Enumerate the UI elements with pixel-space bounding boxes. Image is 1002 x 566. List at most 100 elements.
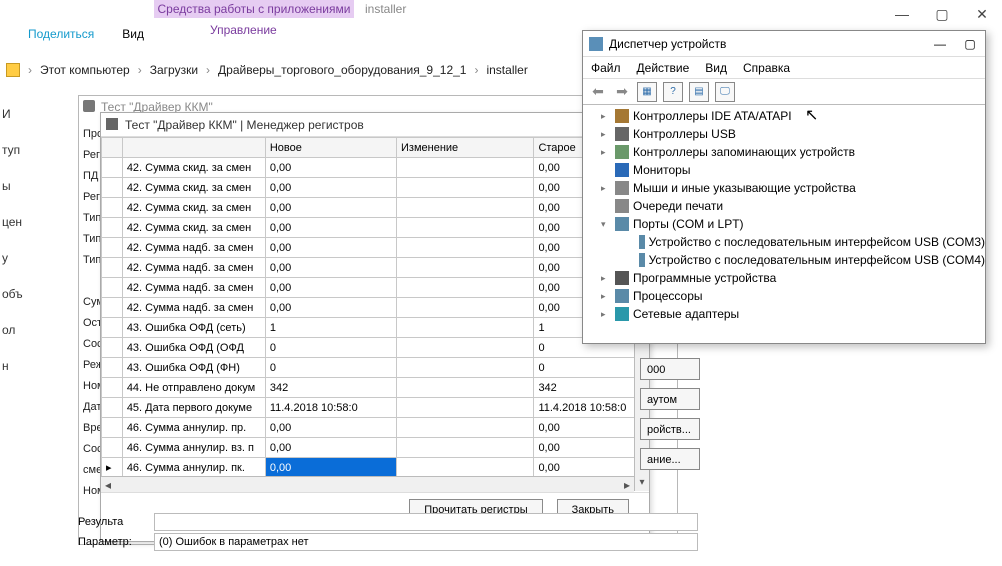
device-label: Программные устройства bbox=[633, 269, 776, 287]
expand-icon[interactable]: ▸ bbox=[601, 287, 611, 305]
device-tree-child[interactable]: Устройство с последовательным интерфейсо… bbox=[583, 233, 985, 251]
table-row[interactable]: 42. Сумма надб. за смен0,000,00 bbox=[102, 278, 649, 298]
table-row[interactable]: 45. Дата первого докуме11.4.2018 10:58:0… bbox=[102, 398, 649, 418]
device-tree-node[interactable]: Мониторы bbox=[583, 161, 985, 179]
breadcrumb[interactable]: › Этот компьютер › Загрузки › Драйверы_т… bbox=[0, 59, 528, 81]
device-tree-node[interactable]: ▸Сетевые адаптеры bbox=[583, 305, 985, 323]
device-icon bbox=[615, 109, 629, 123]
minimize-icon[interactable]: — bbox=[925, 31, 955, 57]
device-tree[interactable]: ▸ Контроллеры IDE ATA/ATAPI▸Контроллеры U… bbox=[583, 105, 985, 339]
ribbon-tab-apps[interactable]: Средства работы с приложениями bbox=[154, 0, 354, 18]
devmgr-titlebar[interactable]: Диспетчер устройств —▢ bbox=[583, 31, 985, 57]
device-icon bbox=[615, 145, 629, 159]
table-row[interactable]: 44. Не отправлено докум342342 bbox=[102, 378, 649, 398]
param-label: Параметр: bbox=[78, 536, 148, 548]
table-row[interactable]: 42. Сумма надб. за смен0,000,00 bbox=[102, 258, 649, 278]
printer-icon bbox=[83, 100, 95, 112]
table-row[interactable]: 42. Сумма скид. за смен0,000,00 bbox=[102, 158, 649, 178]
folder-icon bbox=[6, 63, 20, 77]
devmgr-menubar[interactable]: Файл Действие Вид Справка bbox=[583, 57, 985, 79]
fragment[interactable]: ройств... bbox=[640, 418, 700, 440]
menu-help[interactable]: Справка bbox=[743, 61, 790, 75]
device-icon bbox=[639, 253, 645, 267]
registers-table[interactable]: Новое Изменение Старое 42. Сумма скид. з… bbox=[101, 137, 649, 478]
expand-icon[interactable]: ▸ bbox=[601, 125, 611, 143]
device-tree-node[interactable]: ▸Контроллеры USB bbox=[583, 125, 985, 143]
table-row[interactable]: 42. Сумма надб. за смен0,000,00 bbox=[102, 238, 649, 258]
menu-view[interactable]: Вид bbox=[705, 61, 727, 75]
expand-icon[interactable]: ▸ bbox=[601, 143, 611, 161]
device-tree-child[interactable]: Устройство с последовательным интерфейсо… bbox=[583, 251, 985, 269]
breadcrumb-item[interactable]: Загрузки bbox=[150, 63, 198, 77]
col-name[interactable] bbox=[122, 138, 265, 158]
device-icon bbox=[615, 127, 629, 141]
show-hidden-icon[interactable]: ▦ bbox=[637, 82, 657, 102]
col-new[interactable]: Новое bbox=[265, 138, 396, 158]
device-manager-icon bbox=[589, 37, 603, 51]
device-tree-node[interactable]: ▸ Мыши и иные указывающие устройства bbox=[583, 179, 985, 197]
breadcrumb-item[interactable]: Этот компьютер bbox=[40, 63, 130, 77]
monitor-icon[interactable]: 🖵 bbox=[715, 82, 735, 102]
forward-icon[interactable]: ➡ bbox=[613, 83, 631, 100]
ribbon-manage[interactable]: Управление bbox=[210, 23, 277, 37]
device-icon bbox=[615, 289, 629, 303]
table-row[interactable]: 42. Сумма скид. за смен0,000,00 bbox=[102, 218, 649, 238]
ribbon-share[interactable]: Поделиться bbox=[28, 27, 94, 41]
table-row[interactable]: 42. Сумма скид. за смен0,000,00 bbox=[102, 178, 649, 198]
close-icon[interactable]: ✕ bbox=[962, 0, 1002, 28]
back-icon[interactable]: ⬅ bbox=[589, 83, 607, 100]
table-row[interactable]: ▸46. Сумма аннулир. пк. 0,000,00 bbox=[102, 458, 649, 478]
maximize-icon[interactable]: ▢ bbox=[922, 0, 962, 28]
device-label: Процессоры bbox=[633, 287, 703, 305]
fragment[interactable]: ание... bbox=[640, 448, 700, 470]
ribbon-view[interactable]: Вид bbox=[122, 27, 144, 41]
device-tree-node[interactable]: Очереди печати bbox=[583, 197, 985, 215]
device-label: Контроллеры IDE ATA/ATAPI bbox=[633, 107, 792, 125]
breadcrumb-item[interactable]: Драйверы_торгового_оборудования_9_12_1 bbox=[218, 63, 466, 77]
expand-icon[interactable]: ▸ bbox=[601, 305, 611, 323]
fragment: 000 bbox=[640, 358, 700, 380]
expand-icon[interactable]: ▸ bbox=[601, 107, 611, 125]
device-icon bbox=[615, 271, 629, 285]
table-row[interactable]: 46. Сумма аннулир. пр. 0,000,00 bbox=[102, 418, 649, 438]
device-manager-window: Диспетчер устройств —▢ Файл Действие Вид… bbox=[582, 30, 986, 344]
expand-icon[interactable]: ▸ bbox=[601, 179, 611, 197]
device-icon bbox=[615, 163, 629, 177]
horizontal-scrollbar[interactable]: ◂▸ bbox=[101, 476, 634, 492]
table-row[interactable]: 46. Сумма аннулир. вз. п0,000,00 bbox=[102, 438, 649, 458]
device-icon bbox=[615, 307, 629, 321]
device-label: Устройство с последовательным интерфейсо… bbox=[649, 233, 985, 251]
menu-file[interactable]: Файл bbox=[591, 61, 621, 75]
minimize-icon[interactable]: — bbox=[882, 0, 922, 28]
printer-icon bbox=[106, 118, 118, 130]
col-marker bbox=[102, 138, 123, 158]
device-tree-node[interactable]: ▸ Программные устройства bbox=[583, 269, 985, 287]
regmgr-title[interactable]: Тест "Драйвер ККМ" | Менеджер регистров … bbox=[101, 113, 649, 137]
expand-icon[interactable]: ▸ bbox=[601, 269, 611, 287]
devmgr-toolbar: ⬅ ➡ ▦ ? ▤ 🖵 bbox=[583, 79, 985, 105]
expand-icon[interactable]: ▾ bbox=[601, 215, 611, 233]
device-icon bbox=[639, 235, 645, 249]
table-row[interactable]: 42. Сумма надб. за смен0,000,00 bbox=[102, 298, 649, 318]
table-row[interactable]: 43. Ошибка ОФД (ОФД00 bbox=[102, 338, 649, 358]
param-field: (0) Ошибок в параметрах нет bbox=[154, 533, 698, 551]
table-row[interactable]: 43. Ошибка ОФД (сеть)11 bbox=[102, 318, 649, 338]
table-row[interactable]: 43. Ошибка ОФД (ФН)00 bbox=[102, 358, 649, 378]
help-icon[interactable]: ? bbox=[663, 82, 683, 102]
side-button-fragments: 000 аутом ройств... ание... bbox=[640, 358, 700, 478]
device-tree-node[interactable]: ▾ Порты (COM и LPT) bbox=[583, 215, 985, 233]
maximize-icon[interactable]: ▢ bbox=[955, 31, 985, 57]
table-row[interactable]: 42. Сумма скид. за смен0,000,00 bbox=[102, 198, 649, 218]
device-tree-node[interactable]: ▸ Процессоры bbox=[583, 287, 985, 305]
fragment[interactable]: аутом bbox=[640, 388, 700, 410]
menu-action[interactable]: Действие bbox=[637, 61, 690, 75]
device-tree-node[interactable]: ▸ Контроллеры IDE ATA/ATAPI bbox=[583, 107, 985, 125]
devmgr-title-text: Диспетчер устройств bbox=[609, 37, 726, 51]
device-label: Мыши и иные указывающие устройства bbox=[633, 179, 856, 197]
breadcrumb-item[interactable]: installer bbox=[486, 63, 527, 77]
device-label: Порты (COM и LPT) bbox=[633, 215, 744, 233]
device-tree-node[interactable]: ▸Контроллеры запоминающих устройств bbox=[583, 143, 985, 161]
explorer-window-controls: — ▢ ✕ bbox=[882, 0, 1002, 28]
scan-icon[interactable]: ▤ bbox=[689, 82, 709, 102]
col-change[interactable]: Изменение bbox=[397, 138, 534, 158]
